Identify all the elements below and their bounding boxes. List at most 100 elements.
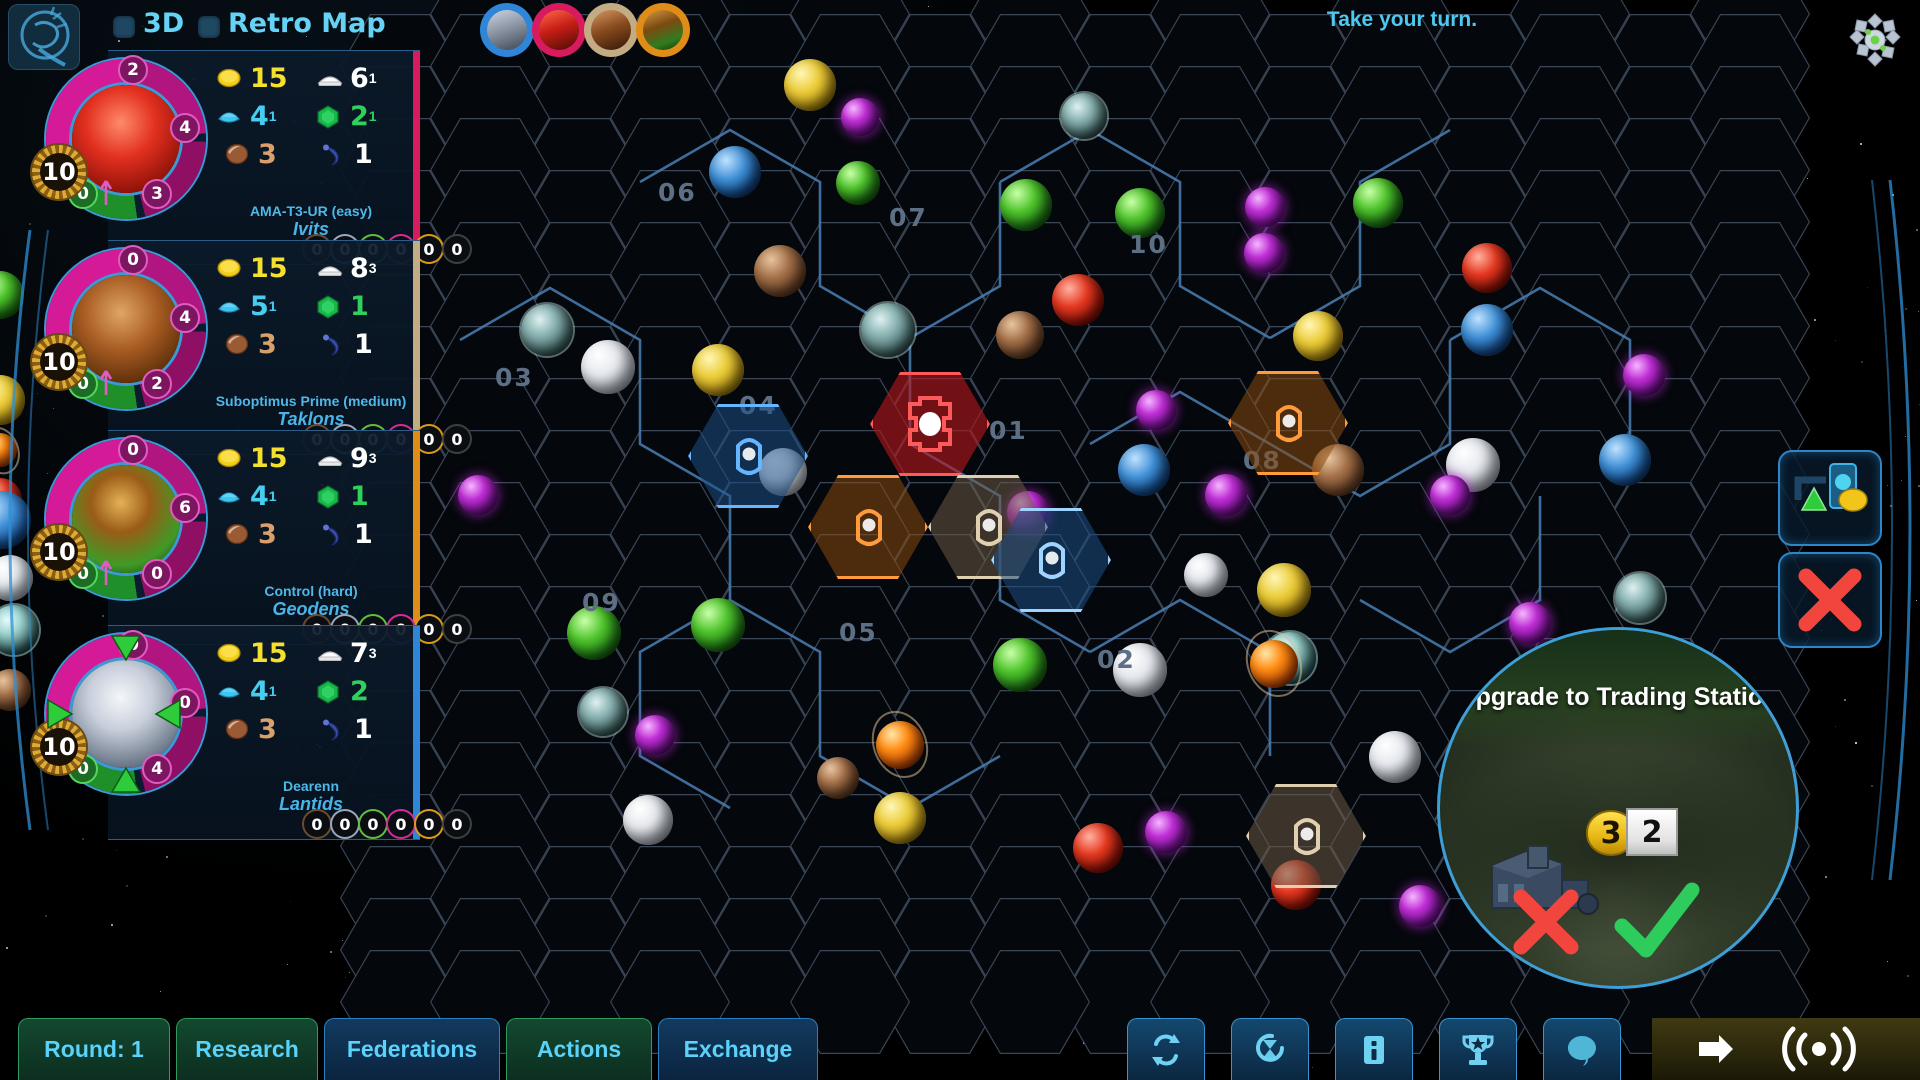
settings-gear-icon[interactable] — [1844, 10, 1906, 70]
booster-token[interactable]: 0 — [444, 236, 470, 262]
free-action-icon[interactable] — [1231, 1018, 1309, 1080]
wheel-slot-right[interactable]: 0 — [170, 688, 200, 718]
convert-power-icon[interactable] — [1127, 1018, 1205, 1080]
scoring-trophy-icon[interactable] — [1439, 1018, 1517, 1080]
pass-button[interactable] — [1652, 1018, 1920, 1080]
planet-ice[interactable] — [521, 304, 573, 356]
player-wheel[interactable]: 0 6 0 0 10 — [32, 435, 206, 599]
booster-token-row[interactable]: 000000 — [304, 811, 470, 837]
planet-green[interactable] — [691, 598, 745, 652]
victory-point-marker[interactable]: 10 — [32, 145, 86, 199]
player-panel[interactable]: 2 4 3 0 10 15 6 1 4 1 2 1 3 1 AMA-T3-UR … — [32, 50, 470, 265]
wheel-slot-right[interactable]: 6 — [170, 493, 200, 523]
planet-white[interactable] — [1184, 553, 1228, 597]
booster-token[interactable]: 0 — [444, 426, 470, 452]
avatar-taklons[interactable] — [587, 6, 635, 54]
wheel-slot-bottom-right[interactable]: 0 — [142, 559, 172, 589]
round-indicator[interactable]: Round: 1 — [18, 1018, 170, 1080]
planet-blue[interactable] — [1599, 434, 1651, 486]
planet-brown[interactable] — [754, 245, 806, 297]
wheel-slot-top[interactable]: 2 — [118, 55, 148, 85]
booster-token[interactable]: 0 — [360, 811, 386, 837]
planet-yellow[interactable] — [874, 792, 926, 844]
planet-blue[interactable] — [1461, 304, 1513, 356]
planet-red[interactable] — [1462, 243, 1512, 293]
avatar-ivits[interactable] — [535, 6, 583, 54]
planet-green[interactable] — [1000, 179, 1052, 231]
player-wheel[interactable]: 0 4 2 0 10 — [32, 245, 206, 409]
planet-orange[interactable] — [862, 702, 938, 788]
planet-purple[interactable] — [1623, 354, 1665, 396]
planet-yellow[interactable] — [784, 59, 836, 111]
planet-purple[interactable] — [458, 475, 498, 515]
toggle-retro-map-label[interactable]: Retro Map — [228, 8, 386, 39]
planet-purple[interactable] — [1205, 474, 1247, 516]
info-icon[interactable] — [1335, 1018, 1413, 1080]
booster-token[interactable]: 0 — [444, 811, 470, 837]
planet-purple[interactable] — [841, 98, 879, 136]
toggle-3d-label[interactable]: 3D — [143, 8, 184, 39]
planet-yellow[interactable] — [1257, 563, 1311, 617]
exchange-button[interactable]: Exchange — [658, 1018, 818, 1080]
planet-white[interactable] — [623, 795, 673, 845]
wheel-slot-top[interactable]: 0 — [118, 245, 148, 275]
planet-purple[interactable] — [1136, 390, 1176, 430]
planet-ice[interactable] — [861, 303, 915, 357]
player-panel[interactable]: 0 4 2 0 10 15 8 3 5 1 1 3 1 Suboptimus P… — [32, 240, 470, 455]
victory-point-marker[interactable]: 10 — [32, 335, 86, 389]
planet-blue[interactable] — [1118, 444, 1170, 496]
player-wheel[interactable]: 2 4 3 0 10 — [32, 55, 206, 219]
planet-blue[interactable] — [709, 146, 761, 198]
planet-purple[interactable] — [1245, 187, 1285, 227]
build-mine-preview-button[interactable] — [1778, 450, 1882, 546]
planet-green[interactable] — [836, 161, 880, 205]
booster-token[interactable]: 0 — [444, 616, 470, 642]
player-panel[interactable]: 0 6 0 0 10 15 9 3 4 1 1 3 1 Control (har… — [32, 430, 470, 645]
booster-token[interactable]: 0 — [332, 811, 358, 837]
planet-ice[interactable] — [1615, 573, 1665, 623]
dialog-confirm-button[interactable] — [1612, 880, 1704, 966]
planet-purple[interactable] — [1145, 811, 1187, 853]
booster-token[interactable]: 0 — [304, 811, 330, 837]
wheel-slot-right[interactable]: 4 — [170, 303, 200, 333]
planet-purple[interactable] — [1244, 233, 1284, 273]
victory-point-marker[interactable]: 10 — [32, 525, 86, 579]
planet-green[interactable] — [993, 638, 1047, 692]
wheel-slot-bottom-right[interactable]: 3 — [142, 179, 172, 209]
planet-purple[interactable] — [1399, 885, 1441, 927]
victory-point-marker[interactable]: 10 — [32, 720, 86, 774]
planet-brown[interactable] — [817, 757, 859, 799]
upgrade-dialog[interactable]: Upgrade to Trading Station 3 2 — [1437, 627, 1799, 989]
planet-purple[interactable] — [635, 715, 675, 755]
planet-orange[interactable] — [1236, 621, 1312, 707]
wheel-slot-right[interactable]: 4 — [170, 113, 200, 143]
avatar-lantids[interactable] — [483, 6, 531, 54]
avatar-geodens[interactable] — [639, 6, 687, 54]
planet-ice[interactable] — [1061, 93, 1107, 139]
planet-brown[interactable] — [996, 311, 1044, 359]
booster-token[interactable]: 0 — [416, 811, 442, 837]
wheel-slot-top[interactable]: 0 — [118, 435, 148, 465]
planet-white[interactable] — [581, 340, 635, 394]
chat-bubble-icon[interactable] — [1543, 1018, 1621, 1080]
wheel-slot-top[interactable]: 0 — [118, 630, 148, 660]
planet-green[interactable] — [1353, 178, 1403, 228]
dialog-cancel-button[interactable] — [1506, 882, 1586, 962]
planet-yellow[interactable] — [1293, 311, 1343, 361]
planet-purple[interactable] — [1430, 475, 1470, 515]
toggle-3d-checkbox[interactable] — [113, 16, 135, 38]
planet-ice[interactable] — [579, 688, 627, 736]
booster-token[interactable]: 0 — [388, 811, 414, 837]
planet-red[interactable] — [1052, 274, 1104, 326]
wheel-slot-bottom-right[interactable]: 2 — [142, 369, 172, 399]
toggle-retro-map-checkbox[interactable] — [198, 16, 220, 38]
actions-button[interactable]: Actions — [506, 1018, 652, 1080]
player-panel[interactable]: 0 0 4 0 10 15 7 3 4 1 2 3 1 Dearenn Lant… — [32, 625, 470, 840]
planet-white[interactable] — [1369, 731, 1421, 783]
federations-button[interactable]: Federations — [324, 1018, 500, 1080]
planet-red[interactable] — [1073, 823, 1123, 873]
wheel-slot-bottom-right[interactable]: 4 — [142, 754, 172, 784]
planet-yellow[interactable] — [692, 344, 744, 396]
research-button[interactable]: Research — [176, 1018, 318, 1080]
player-wheel[interactable]: 0 0 4 0 10 — [32, 630, 206, 794]
